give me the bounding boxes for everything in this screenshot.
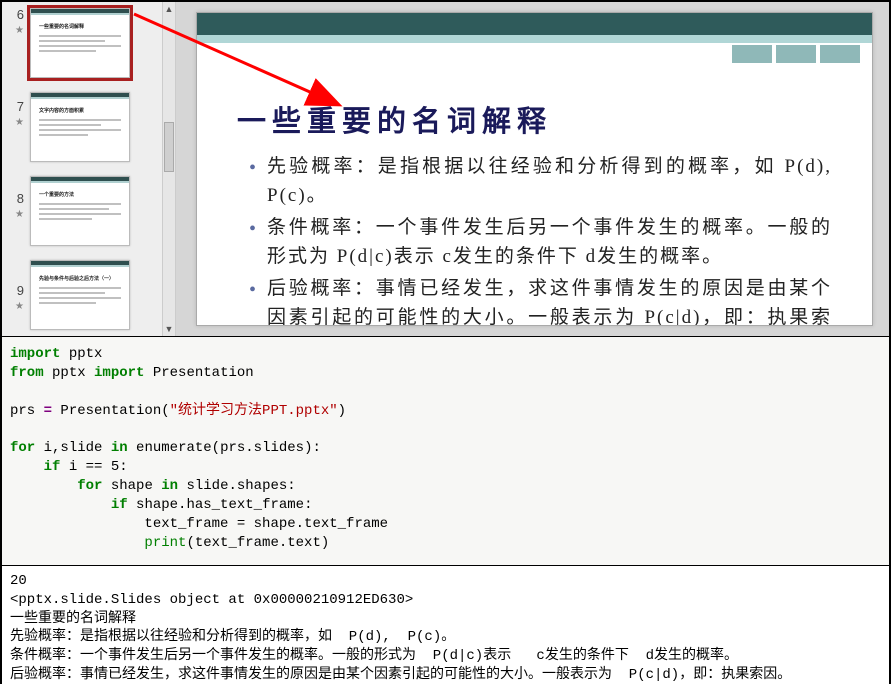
scroll-thumb[interactable]: [164, 122, 174, 172]
slide-bullet: 条件概率：一个事件发生后另一个事件发生的概率。一般的形式为 P(d|c)表示 c…: [249, 214, 832, 271]
slide-bullet: 后验概率：事情已经发生，求这件事情发生的原因是由某个因素引起的可能性的大小。一般…: [249, 275, 832, 326]
code-cell[interactable]: import pptx from pptx import Presentatio…: [2, 337, 889, 566]
slide-thumb-8[interactable]: 一个重要的方法: [30, 176, 130, 246]
thumb-number: 6: [17, 7, 24, 22]
output-line: 后验概率：事情已经发生，求这件事情发生的原因是由某个因素引起的可能性的大小。一般…: [10, 667, 791, 683]
kw-if: if: [111, 497, 128, 513]
thumb-title: 文字内容的方面积累: [39, 107, 121, 114]
thumb-number: 9: [17, 283, 24, 298]
output-line: 条件概率：一个事件发生后另一个事件发生的概率。一般的形式为 P(d|c)表示 c…: [10, 648, 738, 664]
thumb-number: 7: [17, 99, 24, 114]
slide-top-bar: [197, 13, 872, 35]
slide-bullet: 先验概率：是指根据以往经验和分析得到的概率，如 P(d), P(c)。: [249, 153, 832, 210]
output-line: 20: [10, 573, 27, 589]
output-line: 一些重要的名词解释: [10, 611, 136, 627]
star-icon: ★: [15, 117, 24, 128]
kw-from: from: [10, 365, 44, 381]
slide-bullets: 先验概率：是指根据以往经验和分析得到的概率，如 P(d), P(c)。 条件概率…: [249, 153, 832, 326]
slide-title: 一些重要的名词解释: [237, 98, 832, 140]
kw-import: import: [10, 346, 60, 362]
kw-for: for: [77, 478, 102, 494]
slide-canvas[interactable]: 一些重要的名词解释 先验概率：是指根据以往经验和分析得到的概率，如 P(d), …: [196, 12, 873, 326]
thumb-numbers-column: 6 ★ 7 ★ 8 ★ 9 ★: [2, 2, 26, 336]
star-icon: ★: [15, 25, 24, 36]
slide-thumb-6[interactable]: 一些重要的名词解释: [30, 8, 130, 78]
slide-editor-area: 6 ★ 7 ★ 8 ★ 9 ★ 一些重要的名词解释 文字内容的方面积累 一个重要的方法: [2, 2, 889, 337]
thumb-panel: 6 ★ 7 ★ 8 ★ 9 ★ 一些重要的名词解释 文字内容的方面积累 一个重要的方法: [2, 2, 162, 336]
thumb-title: 一个重要的方法: [39, 191, 121, 198]
output-line: 先验概率：是指根据以往经验和分析得到的概率，如 P(d), P(c)。: [10, 629, 455, 645]
scroll-down-icon[interactable]: ▼: [163, 322, 175, 336]
thumb-scrollbar[interactable]: ▲ ▼: [162, 2, 176, 336]
slide-thumb-7[interactable]: 文字内容的方面积累: [30, 92, 130, 162]
string-literal: "统计学习方法PPT.pptx": [170, 403, 338, 419]
thumb-number: 8: [17, 191, 24, 206]
slide-preview-area: 一些重要的名词解释 先验概率：是指根据以往经验和分析得到的概率，如 P(d), …: [176, 2, 889, 336]
output-line: <pptx.slide.Slides object at 0x000002109…: [10, 592, 413, 608]
builtin-print: print: [144, 535, 186, 551]
slide-corner-decor: [732, 45, 860, 63]
thumb-title: 一些重要的名词解释: [39, 23, 121, 30]
kw-in: in: [111, 440, 128, 456]
scroll-up-icon[interactable]: ▲: [163, 2, 175, 16]
slide-thumb-9[interactable]: 先验与条件与后验之后方法（一）: [30, 260, 130, 330]
star-icon: ★: [15, 301, 24, 312]
kw-for: for: [10, 440, 35, 456]
kw-import: import: [94, 365, 144, 381]
kw-if: if: [44, 459, 61, 475]
kw-in: in: [161, 478, 178, 494]
output-cell: 20 <pptx.slide.Slides object at 0x000002…: [2, 566, 889, 691]
thumb-list: 一些重要的名词解释 文字内容的方面积累 一个重要的方法 先验与条件与后验之后方法…: [26, 2, 162, 336]
slide-top-accent: [197, 35, 872, 43]
thumb-title: 先验与条件与后验之后方法（一）: [39, 275, 121, 282]
star-icon: ★: [15, 209, 24, 220]
